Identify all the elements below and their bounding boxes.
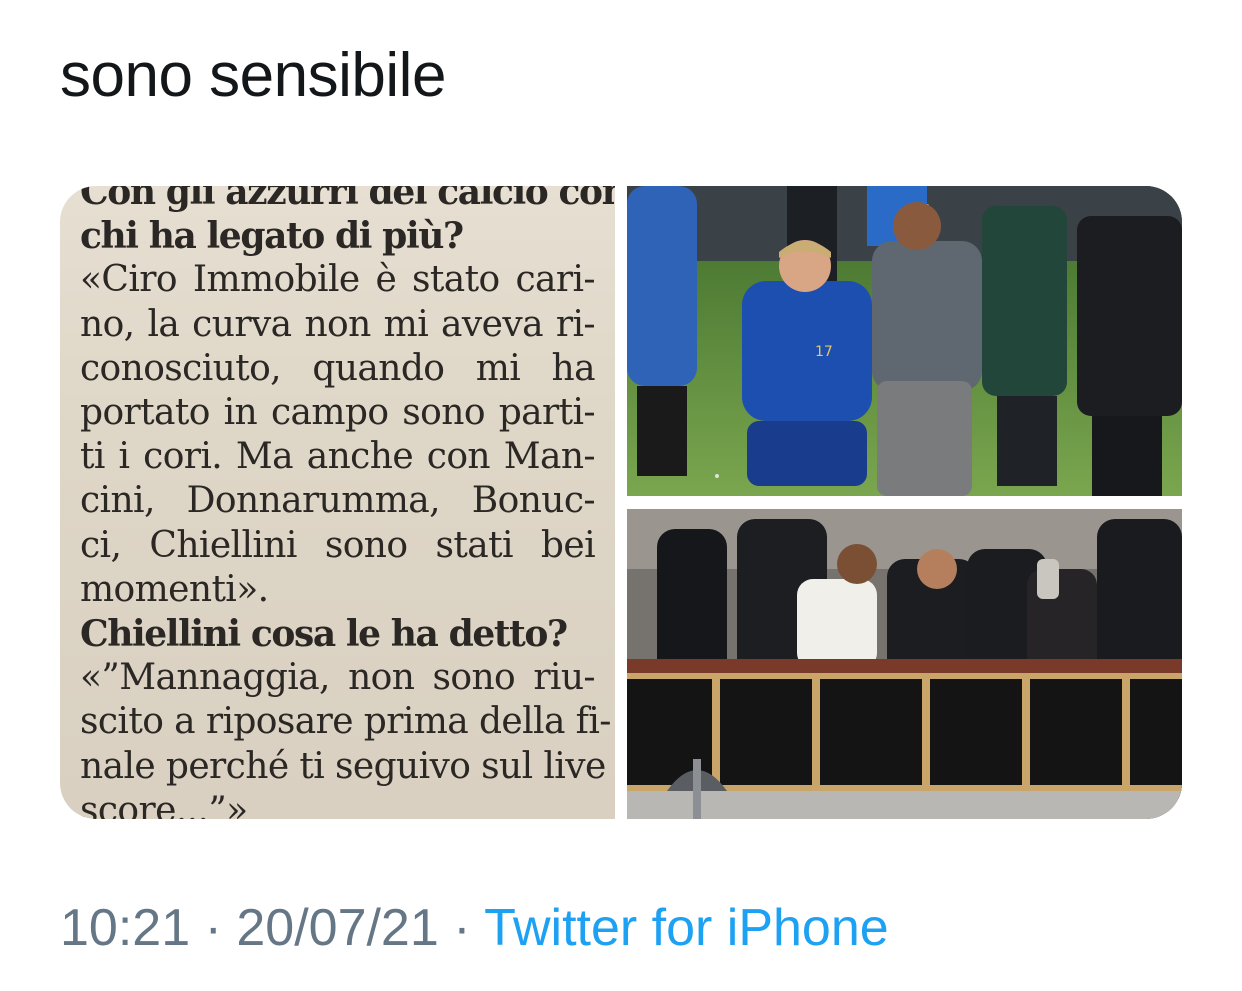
newspaper-line: ci, Chiellini sono stati bei xyxy=(80,524,596,566)
newspaper-line: cini, Donnarumma, Bonuc- xyxy=(80,480,596,522)
newspaper-line: portato in campo sono parti- xyxy=(80,392,596,434)
tweet-date: 20/07/21 xyxy=(236,899,439,957)
team-bus-photo[interactable] xyxy=(627,509,1182,819)
newspaper-article: Con gli azzurri del calcio con chi ha leg… xyxy=(80,186,615,819)
shirt-number: 17 xyxy=(815,344,833,360)
bus-scene-illustration xyxy=(627,509,1182,819)
newspaper-line: Con gli azzurri del calcio con xyxy=(80,186,615,213)
newspaper-line: no, la curva non mi aveva ri- xyxy=(80,303,596,345)
newspaper-line: «”Mannaggia, non sono riu- xyxy=(80,657,596,699)
newspaper-line: conosciuto, quando mi ha xyxy=(80,347,596,389)
meta-separator: · xyxy=(438,899,485,957)
newspaper-line: momenti». xyxy=(80,568,269,610)
tweet-meta: 10:21 · 20/07/21 · Twitter for iPhone xyxy=(60,896,889,960)
newspaper-line: ti i cori. Ma anche con Man- xyxy=(80,436,596,478)
celebration-pitch-photo[interactable]: 17 xyxy=(627,186,1182,496)
meta-separator: · xyxy=(190,899,237,957)
newspaper-line: nale perché ti seguivo sul live xyxy=(80,745,606,787)
tweet-time: 10:21 xyxy=(60,899,191,957)
newspaper-line: chi ha legato di più? xyxy=(80,215,464,258)
newspaper-clipping-photo[interactable]: Con gli azzurri del calcio con chi ha leg… xyxy=(60,186,615,819)
newspaper-line: score...”» xyxy=(80,789,248,819)
pitch-scene-illustration: 17 xyxy=(627,186,1182,496)
tweet-source-link[interactable]: Twitter for iPhone xyxy=(484,899,889,957)
tweet-text: sono sensibile xyxy=(60,41,446,110)
media-grid: Con gli azzurri del calcio con chi ha leg… xyxy=(60,186,1182,819)
newspaper-line: scito a riposare prima della fi- xyxy=(80,701,611,743)
italy-jersey xyxy=(742,281,872,421)
newspaper-line: Chiellini cosa le ha detto? xyxy=(80,613,568,656)
newspaper-line: «Ciro Immobile è stato cari- xyxy=(80,259,596,301)
